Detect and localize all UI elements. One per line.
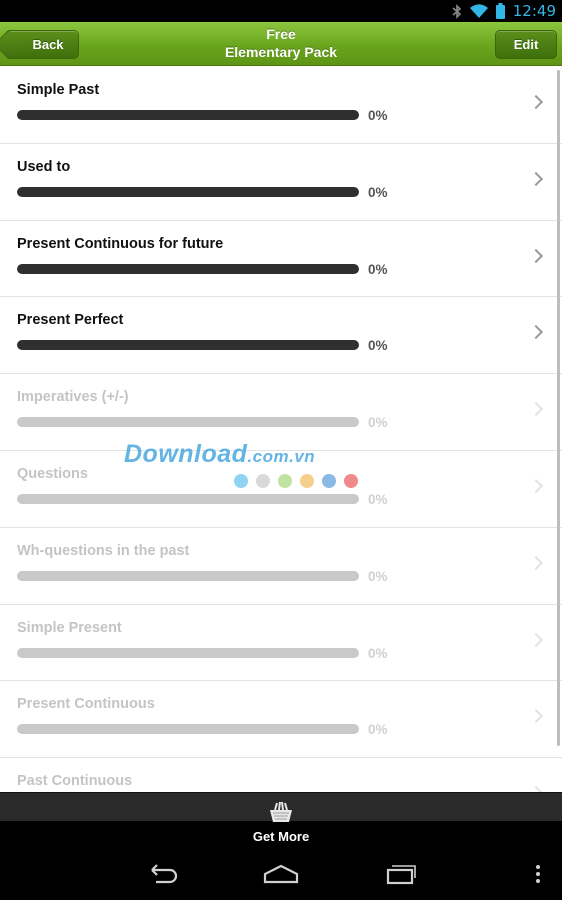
- lesson-title: Imperatives (+/-): [17, 389, 129, 406]
- get-more-label: Get More: [252, 829, 310, 844]
- lesson-row[interactable]: Imperatives (+/-) 0%: [0, 374, 562, 451]
- progress-percent: 0%: [368, 568, 388, 584]
- chevron-right-icon: [528, 632, 544, 647]
- progress-percent: 0%: [368, 645, 388, 661]
- get-more-button[interactable]: Get More: [0, 792, 562, 848]
- progress-percent: 0%: [368, 184, 388, 200]
- lesson-title: Questions: [17, 465, 88, 482]
- page-title: Free Elementary Pack: [120, 25, 442, 61]
- page-title-line1: Free: [266, 26, 296, 42]
- progress-bar: [17, 186, 359, 197]
- chevron-right-icon: [528, 94, 544, 110]
- lesson-row[interactable]: Used to 0%: [0, 144, 562, 221]
- clock: 12:49: [512, 2, 556, 20]
- lesson-title: Simple Past: [17, 82, 100, 98]
- lesson-title: Simple Present: [17, 619, 122, 636]
- bluetooth-icon: [452, 3, 462, 19]
- chevron-right-icon: [528, 709, 544, 724]
- progress-percent: 0%: [368, 722, 388, 738]
- lesson-title: Present Perfect: [17, 312, 124, 329]
- lesson-row[interactable]: Present Perfect 0%: [0, 297, 562, 375]
- edit-button[interactable]: Edit: [495, 30, 557, 59]
- page-title-line2: Elementary Pack: [224, 44, 338, 60]
- status-bar: 12:49: [0, 0, 562, 22]
- basket-icon: [267, 801, 295, 823]
- back-button[interactable]: Back: [5, 30, 79, 59]
- wifi-icon: [469, 4, 488, 18]
- lesson-row[interactable]: Wh-questions in the past 0%: [0, 528, 562, 605]
- navigation-bar: [0, 848, 562, 900]
- lesson-row[interactable]: Present Continuous 0%: [0, 681, 562, 759]
- chevron-right-icon: [528, 478, 544, 494]
- back-nav-icon[interactable]: [142, 860, 182, 888]
- chevron-right-icon: [528, 555, 544, 570]
- chevron-right-icon: [528, 171, 544, 186]
- battery-icon: [495, 3, 505, 19]
- progress-bar: [17, 647, 359, 658]
- progress-bar: [17, 340, 359, 351]
- chevron-right-icon: [528, 402, 544, 417]
- lesson-row[interactable]: Simple Past 0%: [0, 67, 562, 144]
- progress-bar: [17, 417, 359, 428]
- progress-bar: [17, 724, 359, 735]
- lesson-row[interactable]: Simple Present 0%: [0, 605, 562, 682]
- progress-percent: 0%: [368, 491, 388, 507]
- lesson-row[interactable]: Past Continuous0%: [0, 758, 562, 792]
- lesson-title: Present Continuous for future: [17, 235, 224, 252]
- lesson-title: Used to: [17, 158, 71, 175]
- lesson-title: Wh-questions in the past: [17, 542, 190, 559]
- lesson-list[interactable]: Simple Past 0% Used to 0% Present Continuous…: [0, 67, 562, 792]
- progress-percent: 0%: [368, 261, 388, 277]
- lesson-row[interactable]: Present Continuous for future 0%: [0, 221, 562, 298]
- progress-bar: [17, 110, 359, 120]
- progress-bar: [17, 570, 359, 581]
- progress-percent: 0%: [368, 108, 388, 123]
- progress-percent: 0%: [368, 338, 388, 354]
- edit-button-label: Edit: [513, 37, 539, 52]
- home-icon[interactable]: [261, 860, 301, 888]
- progress-percent: 0%: [368, 415, 388, 431]
- progress-bar: [17, 493, 359, 504]
- lesson-row[interactable]: Questions 0%: [0, 451, 562, 528]
- scrollbar[interactable]: [557, 70, 560, 746]
- lesson-title: Past Continuous: [17, 773, 133, 790]
- back-button-label: Back: [32, 37, 64, 52]
- progress-bar: [17, 263, 359, 274]
- action-bar: Back Free Elementary Pack Edit: [0, 22, 562, 66]
- recents-icon[interactable]: [381, 860, 421, 888]
- chevron-right-icon: [528, 325, 544, 340]
- overflow-menu-icon[interactable]: [518, 860, 558, 888]
- chevron-right-icon: [528, 248, 544, 263]
- lesson-title: Present Continuous: [17, 696, 155, 713]
